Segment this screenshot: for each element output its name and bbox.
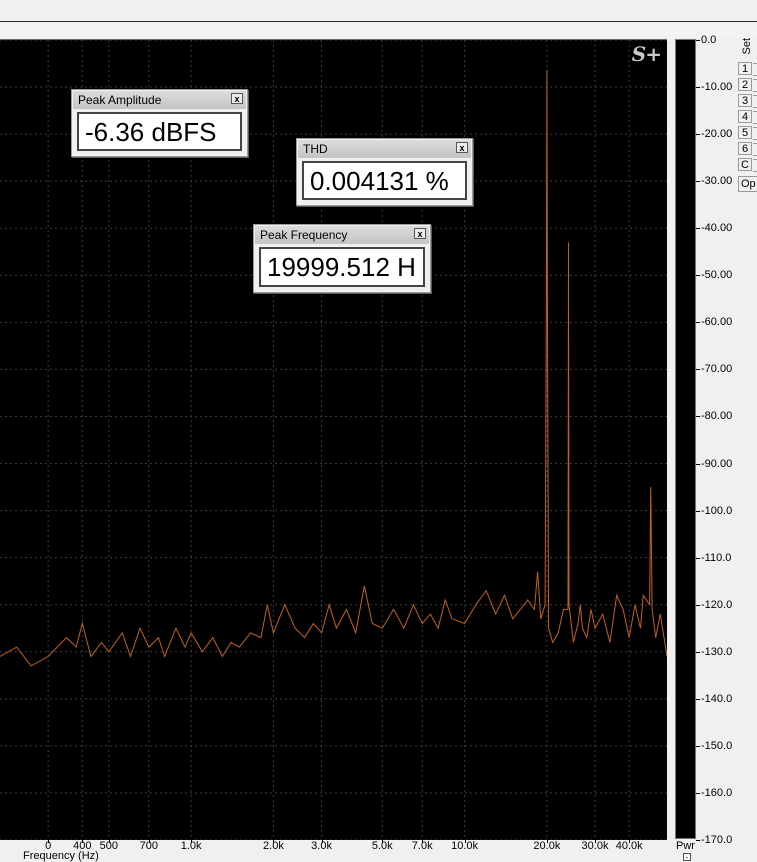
y-tick-label: -70.00 <box>701 363 733 376</box>
power-meter <box>675 39 696 839</box>
peak-frequency-title: Peak Frequency <box>255 226 429 244</box>
x-tick-label-7: 5.0k <box>371 840 393 852</box>
y-tick-3: -30.00 <box>696 174 738 188</box>
peak-frequency-window[interactable]: Peak Frequency x 19999.512 H <box>253 224 431 293</box>
y-tick-label: -170.0 <box>701 834 733 846</box>
set-button-edge <box>753 95 757 108</box>
y-tick-10: -100.0 <box>696 504 738 518</box>
thd-window[interactable]: THD x 0.004131 % <box>296 138 473 206</box>
set-button-C[interactable]: C <box>738 158 757 172</box>
set-button-edge <box>753 63 757 76</box>
y-tick-13: -130.0 <box>696 645 738 659</box>
set-button-2[interactable]: 2 <box>738 78 757 92</box>
peak-amplitude-close-button[interactable]: x <box>231 93 243 104</box>
set-button-3[interactable]: 3 <box>738 94 757 108</box>
peak-amplitude-value: -6.36 dBFS <box>77 112 242 151</box>
thd-value: 0.004131 % <box>302 161 467 200</box>
peak-amplitude-title: Peak Amplitude <box>73 91 246 109</box>
y-tick-5: -50.00 <box>696 268 738 282</box>
set-button-edge <box>753 111 757 124</box>
x-tick-label-2: 500 <box>99 840 118 852</box>
y-tick-label: -30.00 <box>701 175 733 188</box>
set-button-edge <box>753 127 757 140</box>
y-tick-label: -90.00 <box>701 457 733 470</box>
y-tick-16: -160.0 <box>696 786 738 800</box>
pwr-label: Pwr <box>676 840 695 852</box>
set-button-edge <box>753 159 757 172</box>
y-tick-label: -50.00 <box>701 269 733 282</box>
meter-separator <box>668 39 673 839</box>
x-tick-label-4: 1.0k <box>180 840 202 852</box>
y-tick-label: -150.0 <box>701 739 733 752</box>
y-tick-label: -130.0 <box>701 645 733 658</box>
y-axis: 0.0 -10.00 -20.00 -30.00 -40.00 -50.00 -60.00 -… <box>696 30 738 850</box>
y-tick-7: -70.00 <box>696 362 738 376</box>
x-tick-label-8: 7.0k <box>411 840 433 852</box>
x-tick-label-12: 40.0k <box>615 840 643 852</box>
thd-title: THD <box>298 140 471 158</box>
window-top-bar <box>0 0 757 22</box>
y-tick-label: -10.00 <box>701 81 733 94</box>
y-tick-label: -100.0 <box>701 504 733 517</box>
set-button-4[interactable]: 4 <box>738 110 757 124</box>
options-button[interactable]: Op <box>738 176 757 192</box>
y-tick-17: -170.0 <box>696 833 738 847</box>
pwr-toggle-button[interactable]: - <box>683 853 691 862</box>
y-tick-1: -10.00 <box>696 80 738 94</box>
peak-amplitude-window[interactable]: Peak Amplitude x -6.36 dBFS <box>71 89 248 157</box>
x-tick-label-9: 10.0k <box>451 840 479 852</box>
set-button-1[interactable]: 1 <box>738 62 757 76</box>
toolbar-strip <box>0 22 757 38</box>
logo-text: S+ <box>631 42 662 66</box>
y-tick-label: -160.0 <box>701 786 733 799</box>
y-tick-label: 0.0 <box>701 34 717 46</box>
y-tick-4: -40.00 <box>696 221 738 235</box>
set-button-edge <box>753 79 757 92</box>
x-tick-label-3: 700 <box>139 840 158 852</box>
x-tick-label-5: 2.0k <box>263 840 284 852</box>
x-tick-label-6: 3.0k <box>311 840 332 852</box>
set-label: Set <box>741 38 753 55</box>
x-tick-label-10: 20.0k <box>533 840 561 852</box>
y-tick-11: -110.0 <box>696 551 738 565</box>
y-tick-12: -120.0 <box>696 598 738 612</box>
y-tick-label: -40.00 <box>701 222 733 235</box>
x-axis: 0 400 500 700 1.0k 2.0k 3.0k 5.0k 7.0k 10.0k 20.0k… <box>0 839 667 861</box>
logo: S+ <box>631 42 662 66</box>
y-tick-9: -90.00 <box>696 457 738 471</box>
set-button-edge <box>753 143 757 156</box>
y-tick-14: -140.0 <box>696 692 738 706</box>
set-button-6[interactable]: 6 <box>738 142 757 156</box>
y-tick-label: -80.00 <box>701 410 733 423</box>
y-tick-6: -60.00 <box>696 315 738 329</box>
y-tick-8: -80.00 <box>696 409 738 423</box>
set-button-5[interactable]: 5 <box>738 126 757 140</box>
y-tick-0: 0.0 <box>696 33 738 47</box>
y-tick-label: -120.0 <box>701 598 733 611</box>
peak-frequency-close-button[interactable]: x <box>414 228 426 239</box>
x-tick-label-11: 30.0k <box>581 840 609 852</box>
y-tick-label: -140.0 <box>701 692 733 705</box>
y-tick-label: -60.00 <box>701 316 733 329</box>
thd-close-button[interactable]: x <box>456 142 468 153</box>
y-tick-15: -150.0 <box>696 739 738 753</box>
y-tick-label: -110.0 <box>701 551 732 564</box>
x-axis-label: Frequency (Hz) <box>23 850 99 862</box>
peak-frequency-value: 19999.512 H <box>259 247 425 287</box>
y-tick-2: -20.00 <box>696 127 738 141</box>
y-tick-label: -20.00 <box>701 128 733 141</box>
